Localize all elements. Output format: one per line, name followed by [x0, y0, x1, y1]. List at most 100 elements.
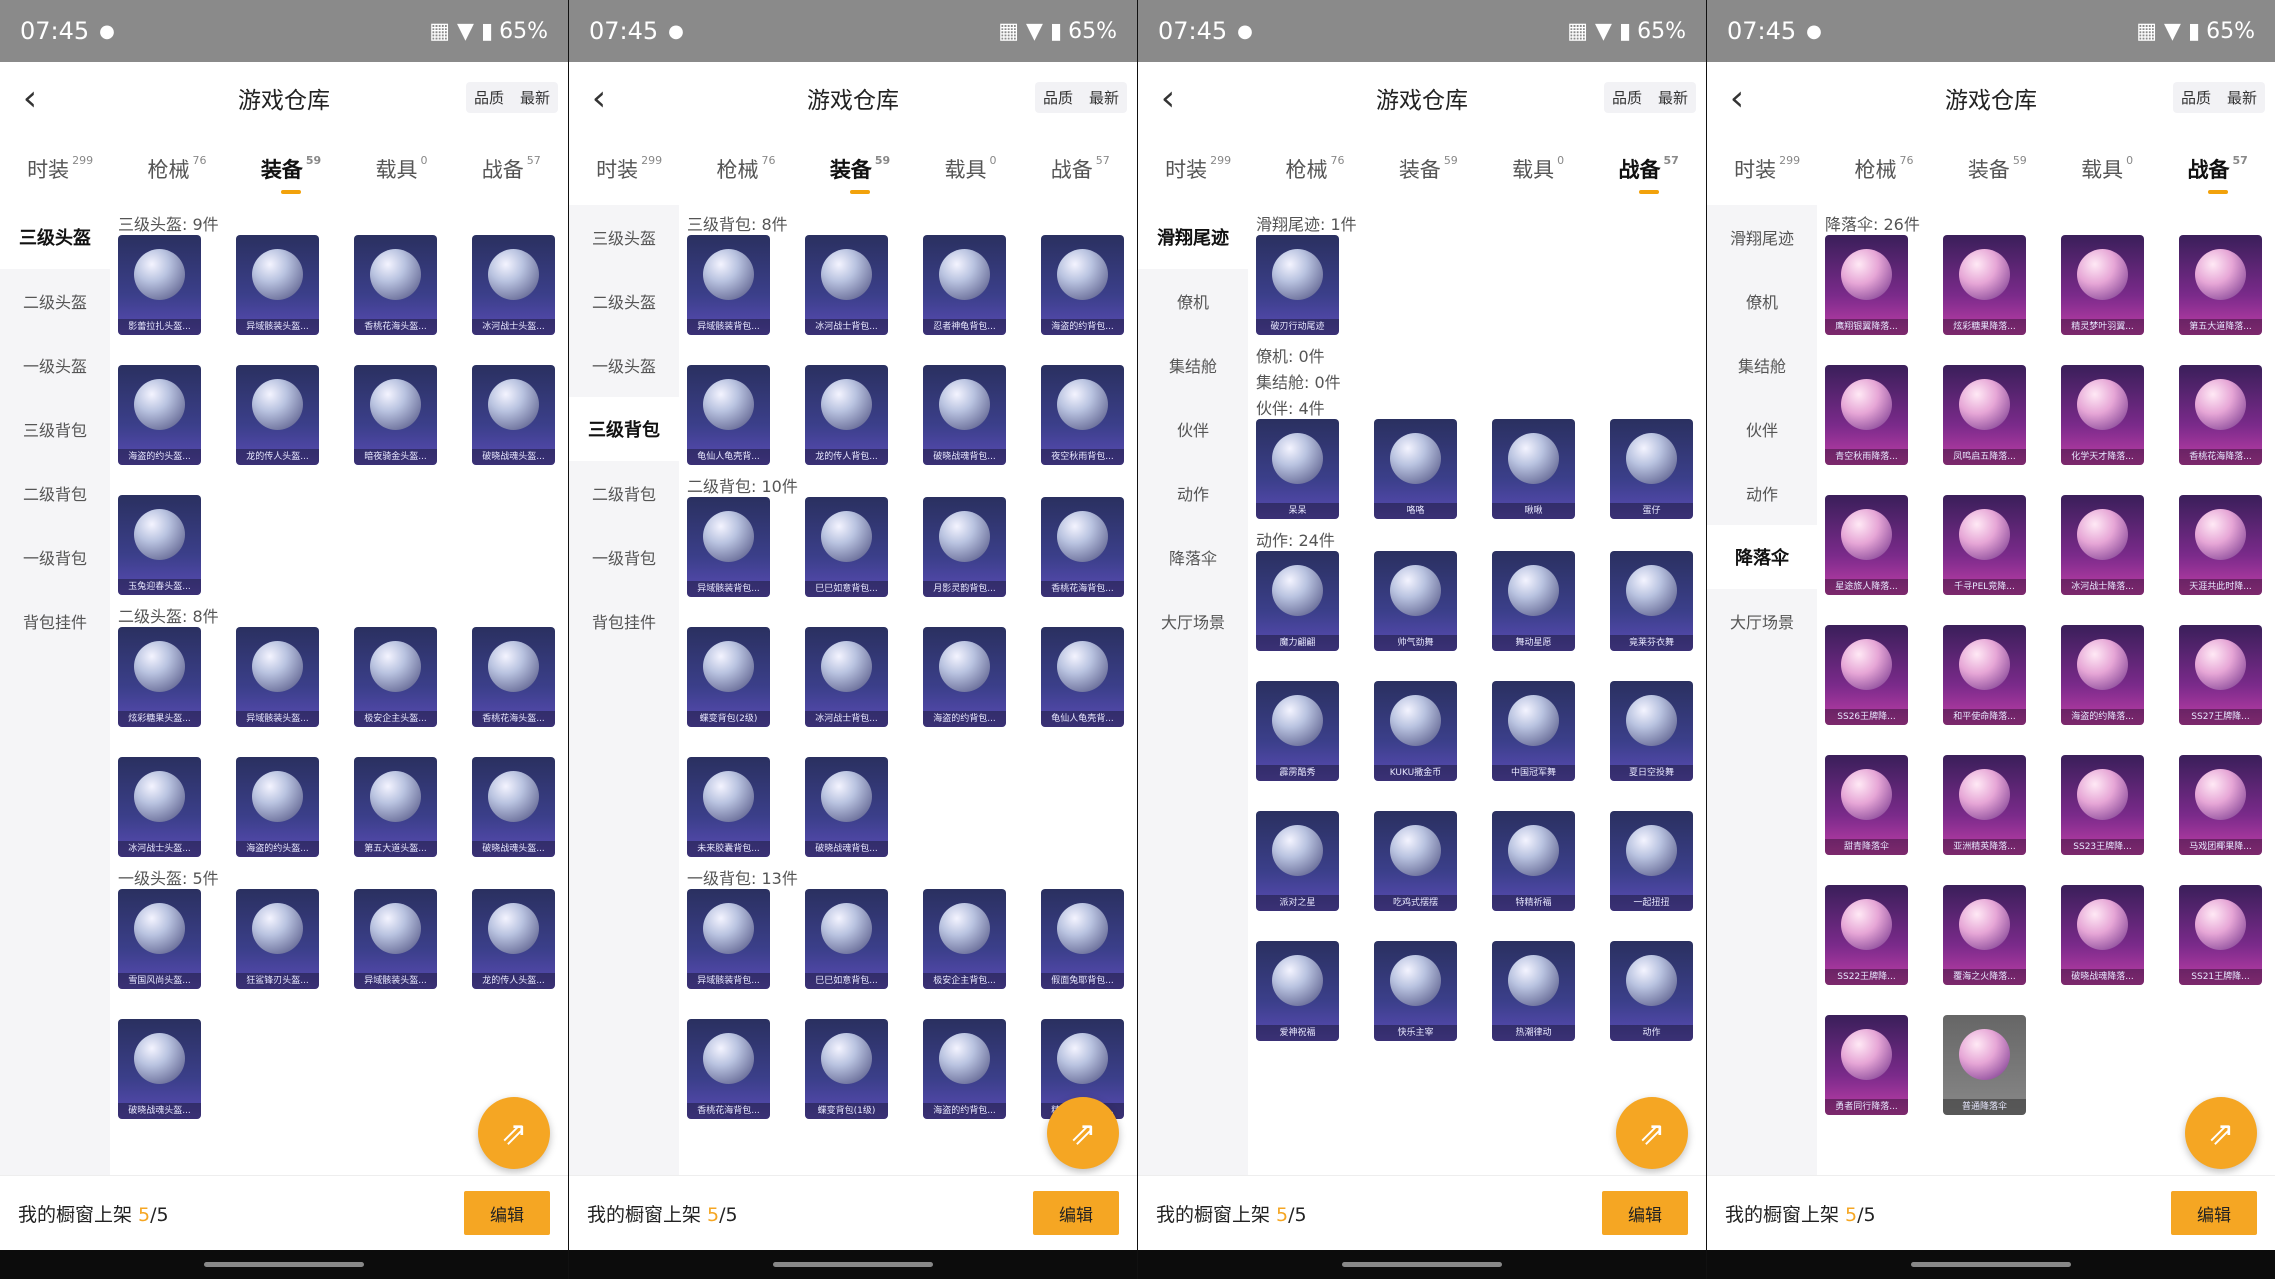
item-card[interactable]: 冰河战士背包...: [805, 235, 888, 335]
sort-quality-button[interactable]: 品质: [466, 82, 512, 113]
item-card[interactable]: 破晓战魂头盔...: [118, 1019, 201, 1119]
item-card[interactable]: 巳巳如意背包...: [805, 497, 888, 597]
item-card[interactable]: 化学天才降落...: [2061, 365, 2144, 465]
sort-quality-button[interactable]: 品质: [1035, 82, 1081, 113]
item-card[interactable]: 破刃行动尾迹: [1256, 235, 1339, 335]
item-card[interactable]: 凤鸣启五降落...: [1943, 365, 2026, 465]
item-card[interactable]: 海盗的约背包...: [923, 627, 1006, 727]
home-indicator[interactable]: [773, 1262, 933, 1267]
sidebar-item[interactable]: 二级背包: [569, 461, 679, 525]
sidebar-item[interactable]: 降落伞: [1138, 525, 1248, 589]
item-card[interactable]: 特精祈福: [1492, 811, 1575, 911]
sidebar-item[interactable]: 三级背包: [0, 397, 110, 461]
tab-0[interactable]: 时装 299: [1165, 154, 1231, 184]
item-card[interactable]: 极安企主头盔...: [354, 627, 437, 727]
item-card[interactable]: 魔力翩翩: [1256, 551, 1339, 651]
tab-1[interactable]: 枪械 76: [716, 154, 775, 184]
item-card[interactable]: 蝶变背包(2级): [687, 627, 770, 727]
share-icon[interactable]: ⇗: [478, 1097, 550, 1169]
item-card[interactable]: 暗夜骑金头盔...: [354, 365, 437, 465]
item-card[interactable]: 异域骸装背包...: [687, 235, 770, 335]
item-card[interactable]: 龟仙人龟壳背...: [687, 365, 770, 465]
item-card[interactable]: 爱神祝福: [1256, 941, 1339, 1041]
item-card[interactable]: 海盗的约头盔...: [236, 757, 319, 857]
item-card[interactable]: 千寻PEL竞降...: [1943, 495, 2026, 595]
item-card[interactable]: 破晓战魂背包...: [923, 365, 1006, 465]
sidebar-item[interactable]: 集结舱: [1707, 333, 1817, 397]
item-card[interactable]: 精灵梦叶羽翼...: [2061, 235, 2144, 335]
item-card[interactable]: 星途旅人降落...: [1825, 495, 1908, 595]
item-card[interactable]: 异域骸装头盔...: [236, 235, 319, 335]
item-card[interactable]: 香桃花海头盔...: [472, 627, 555, 727]
item-card[interactable]: 玉兔迎春头盔...: [118, 495, 201, 595]
share-icon[interactable]: ⇗: [1616, 1097, 1688, 1169]
edit-button[interactable]: 编辑: [1602, 1191, 1688, 1235]
item-card[interactable]: 动作: [1610, 941, 1693, 1041]
item-card[interactable]: 冰河战士背包...: [805, 627, 888, 727]
item-card[interactable]: 覆海之火降落...: [1943, 885, 2026, 985]
item-card[interactable]: KUKU撒金币: [1374, 681, 1457, 781]
item-card[interactable]: 破晓战魂背包...: [805, 757, 888, 857]
tab-3[interactable]: 载具 0: [944, 154, 996, 184]
sort-quality-button[interactable]: 品质: [2173, 82, 2219, 113]
sidebar-item[interactable]: 动作: [1707, 461, 1817, 525]
item-card[interactable]: SS22王牌降...: [1825, 885, 1908, 985]
item-card[interactable]: 狂鲨锋刃头盔...: [236, 889, 319, 989]
sidebar-item[interactable]: 一级背包: [569, 525, 679, 589]
sidebar-item[interactable]: 一级背包: [0, 525, 110, 589]
tab-4[interactable]: 战备 57: [2187, 154, 2248, 194]
item-card[interactable]: SS23王牌降...: [2061, 755, 2144, 855]
tab-1[interactable]: 枪械 76: [1854, 154, 1913, 184]
sidebar-item[interactable]: 背包挂件: [569, 589, 679, 653]
sidebar-item[interactable]: 大厅场景: [1138, 589, 1248, 653]
tab-4[interactable]: 战备 57: [482, 154, 541, 184]
item-card[interactable]: 夏日空投舞: [1610, 681, 1693, 781]
home-indicator[interactable]: [1911, 1262, 2071, 1267]
sidebar-item[interactable]: 二级头盔: [0, 269, 110, 333]
item-card[interactable]: 一起扭扭: [1610, 811, 1693, 911]
sidebar-item[interactable]: 降落伞: [1707, 525, 1817, 589]
item-card[interactable]: 极安企主背包...: [923, 889, 1006, 989]
item-card[interactable]: SS21王牌降...: [2179, 885, 2262, 985]
item-card[interactable]: 热潮律动: [1492, 941, 1575, 1041]
item-card[interactable]: 舞动星愿: [1492, 551, 1575, 651]
sidebar-item[interactable]: 二级背包: [0, 461, 110, 525]
item-card[interactable]: SS26王牌降...: [1825, 625, 1908, 725]
item-card[interactable]: 龟仙人龟壳背...: [1041, 627, 1124, 727]
item-card[interactable]: 蛋仔: [1610, 419, 1693, 519]
sidebar-item[interactable]: 三级头盔: [569, 205, 679, 269]
tab-1[interactable]: 枪械 76: [147, 154, 206, 184]
sort-latest-button[interactable]: 最新: [1081, 82, 1127, 113]
item-card[interactable]: 勇者同行降落...: [1825, 1015, 1908, 1115]
share-icon[interactable]: ⇗: [1047, 1097, 1119, 1169]
item-card[interactable]: 炫彩糖果降落...: [1943, 235, 2026, 335]
sidebar-item[interactable]: 二级头盔: [569, 269, 679, 333]
sidebar-item[interactable]: 三级头盔: [0, 205, 110, 269]
edit-button[interactable]: 编辑: [2171, 1191, 2257, 1235]
item-card[interactable]: 龙的传人背包...: [805, 365, 888, 465]
item-card[interactable]: 破晓战魂头盔...: [472, 365, 555, 465]
item-card[interactable]: 龙的传人头盔...: [236, 365, 319, 465]
item-card[interactable]: 霹雳酷秀: [1256, 681, 1339, 781]
item-card[interactable]: 派对之星: [1256, 811, 1339, 911]
item-card[interactable]: 啾啾: [1492, 419, 1575, 519]
item-card[interactable]: 龙的传人头盔...: [472, 889, 555, 989]
home-indicator[interactable]: [1342, 1262, 1502, 1267]
item-card[interactable]: SS27王牌降...: [2179, 625, 2262, 725]
item-card[interactable]: 吃鸡式摆摆: [1374, 811, 1457, 911]
sidebar-item[interactable]: 伙伴: [1138, 397, 1248, 461]
tab-3[interactable]: 载具 0: [375, 154, 427, 184]
sidebar-item[interactable]: 大厅场景: [1707, 589, 1817, 653]
item-card[interactable]: 异域骸装头盔...: [354, 889, 437, 989]
item-card[interactable]: 咯咯: [1374, 419, 1457, 519]
item-card[interactable]: 冰河战士头盔...: [118, 757, 201, 857]
sidebar-item[interactable]: 滑翔尾迹: [1707, 205, 1817, 269]
item-card[interactable]: 影蕾拉扎头盔...: [118, 235, 201, 335]
tab-0[interactable]: 时装 299: [596, 154, 662, 184]
item-card[interactable]: 巳巳如意背包...: [805, 889, 888, 989]
tab-2[interactable]: 装备 59: [1968, 154, 2027, 184]
sidebar-item[interactable]: 滑翔尾迹: [1138, 205, 1248, 269]
sidebar-item[interactable]: 僚机: [1138, 269, 1248, 333]
tab-0[interactable]: 时装 299: [1734, 154, 1800, 184]
item-card[interactable]: 第五大道降落...: [2179, 235, 2262, 335]
